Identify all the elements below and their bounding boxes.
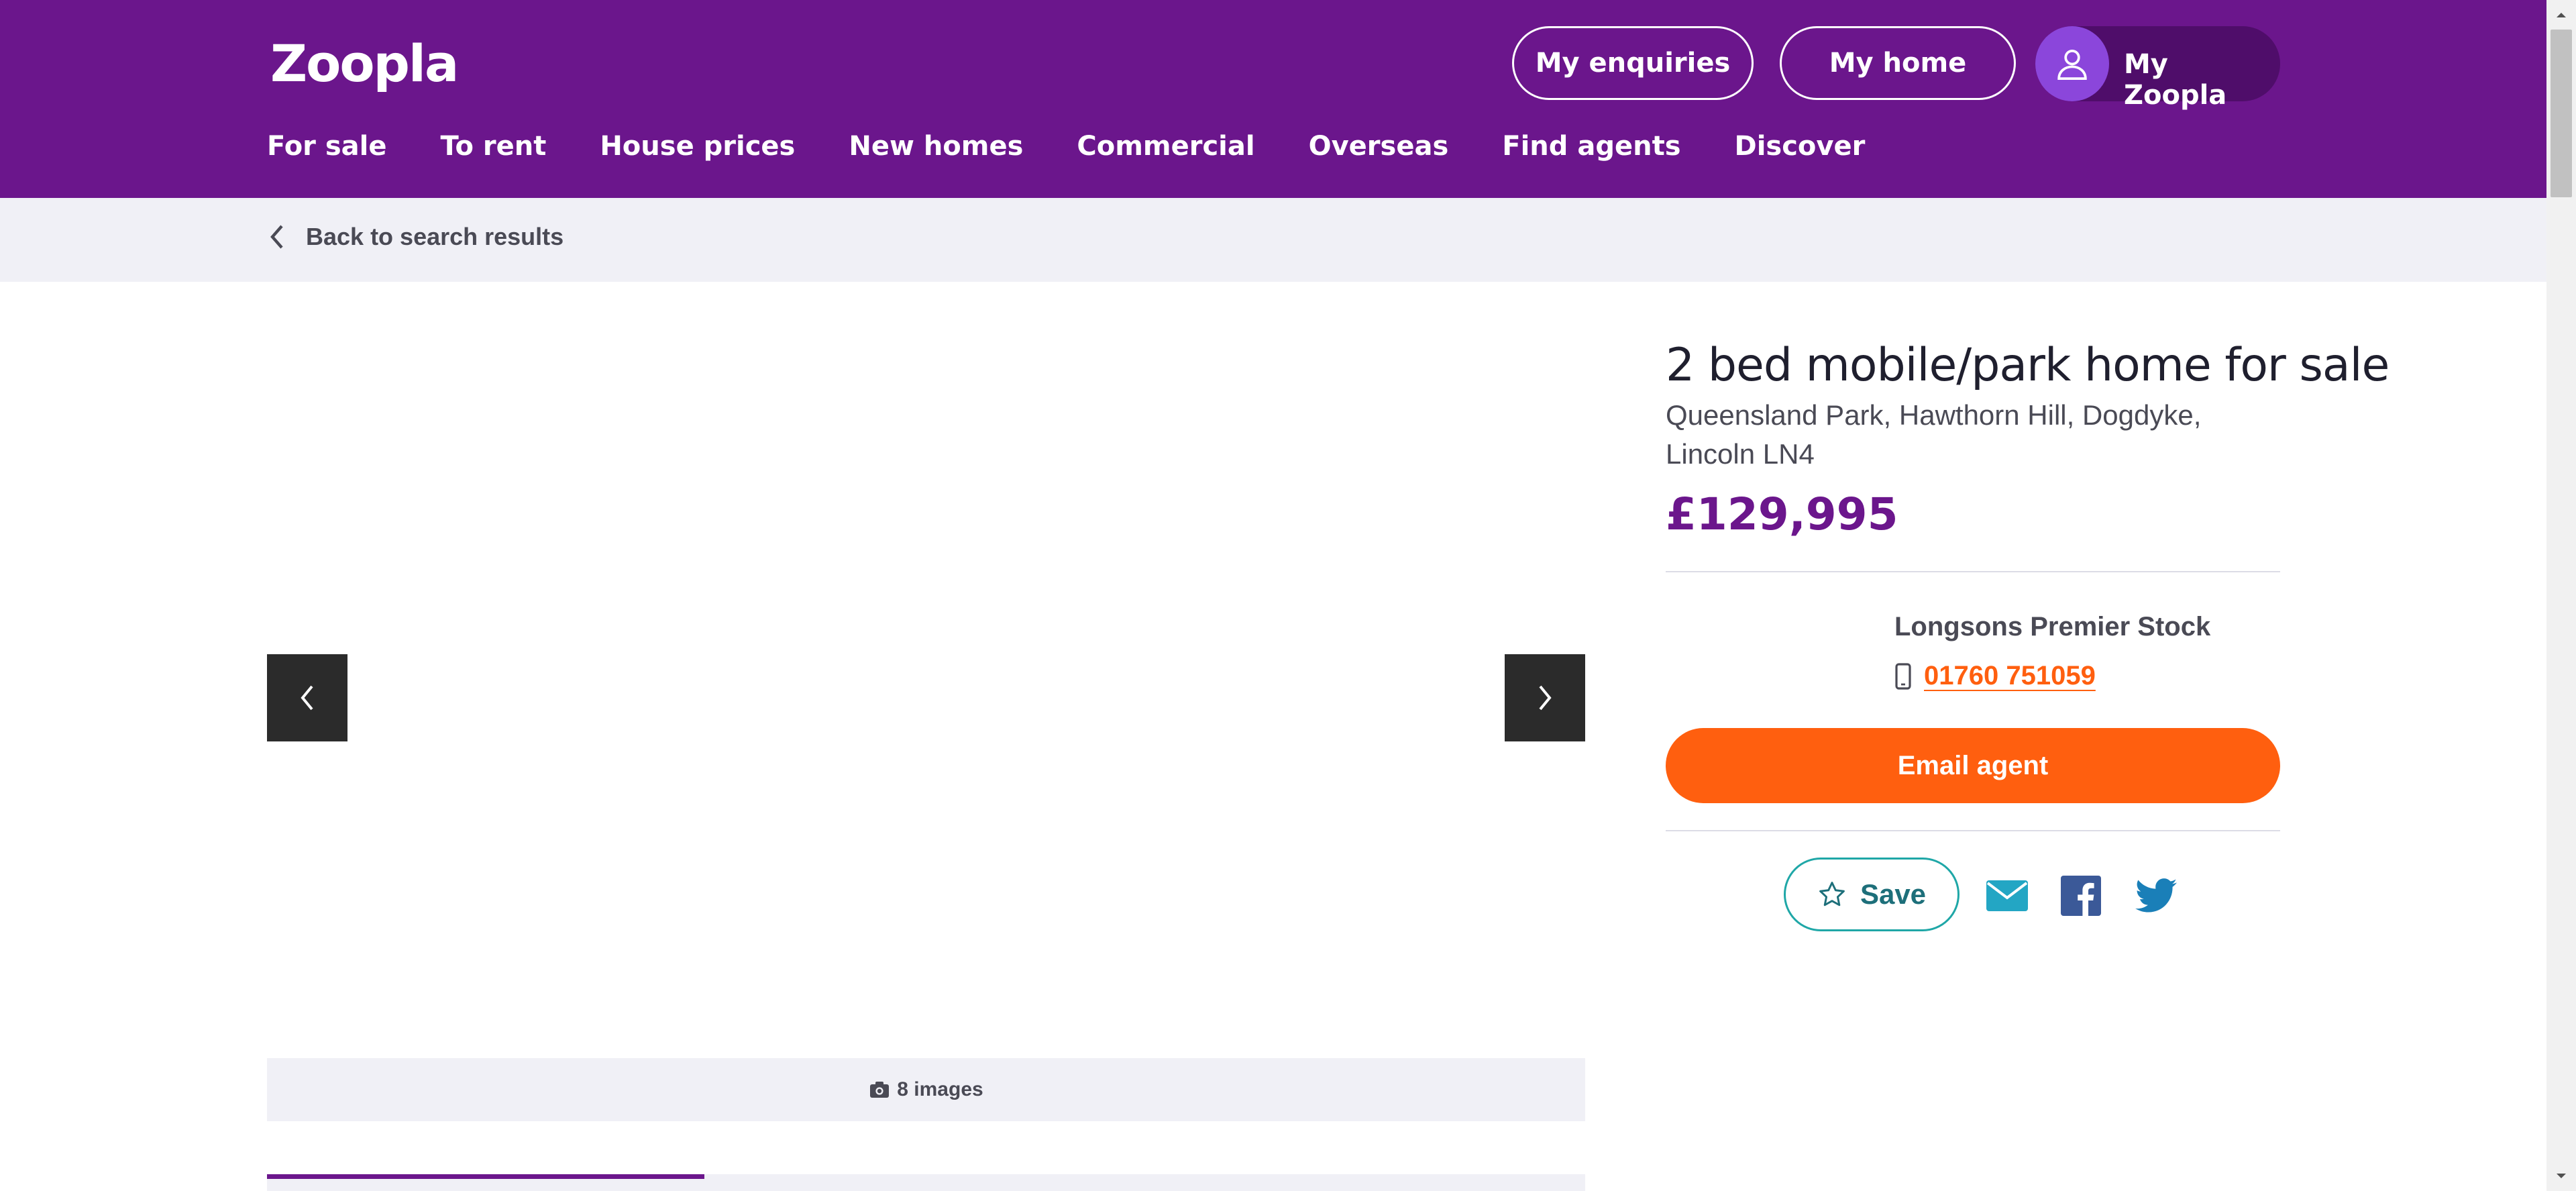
gallery-prev-button[interactable]	[267, 654, 347, 741]
my-home-button[interactable]: My home	[1780, 26, 2016, 100]
address-line-1: Queensland Park, Hawthorn Hill, Dogdyke,	[1666, 399, 2202, 431]
user-avatar-icon	[2035, 26, 2109, 101]
back-label: Back to search results	[306, 223, 564, 250]
my-zoopla-label: My Zoopla	[2124, 49, 2227, 111]
twitter-icon	[2135, 878, 2177, 913]
nav-to-rent[interactable]: To rent	[440, 131, 546, 162]
email-agent-button[interactable]: Email agent	[1666, 728, 2280, 803]
section-tabs	[267, 1174, 1585, 1191]
star-outline-icon	[1819, 882, 1845, 907]
chevron-left-icon	[301, 685, 313, 711]
address-line-2: Lincoln LN4	[1666, 438, 1815, 470]
agent-phone-row: 01760 751059	[1894, 661, 2096, 691]
save-button[interactable]: Save	[1784, 858, 1960, 931]
site-header: Zoopla My enquiries My home My Zoopla Fo…	[0, 0, 2546, 198]
listing-address: Queensland Park, Hawthorn Hill, Dogdyke,…	[1666, 396, 2269, 474]
main-nav: For sale To rent House prices New homes …	[267, 131, 1865, 162]
zoopla-logo[interactable]: Zoopla	[270, 34, 459, 93]
nav-for-sale[interactable]: For sale	[267, 131, 386, 162]
chevron-left-icon	[270, 225, 283, 249]
share-facebook-button[interactable]	[2059, 874, 2102, 917]
nav-new-homes[interactable]: New homes	[849, 131, 1023, 162]
divider	[1666, 830, 2280, 831]
share-twitter-button[interactable]	[2135, 874, 2178, 917]
facebook-icon	[2061, 876, 2101, 916]
envelope-icon	[1986, 880, 2028, 911]
nav-commercial[interactable]: Commercial	[1077, 131, 1254, 162]
scroll-up-arrow-icon[interactable]	[2546, 0, 2576, 30]
page: Zoopla My enquiries My home My Zoopla Fo…	[0, 0, 2546, 1191]
image-count-label: 8 images	[897, 1078, 983, 1100]
active-tab-indicator[interactable]	[267, 1174, 704, 1191]
back-bar: Back to search results	[0, 198, 2546, 282]
my-zoopla-button[interactable]: My Zoopla	[2035, 26, 2280, 111]
listing-price: £129,995	[1666, 488, 1898, 540]
my-enquiries-button[interactable]: My enquiries	[1512, 26, 1754, 100]
image-count-bar[interactable]: 8 images	[267, 1058, 1585, 1121]
scrollbar-thumb[interactable]	[2551, 30, 2572, 197]
image-gallery[interactable]	[267, 282, 1585, 1057]
nav-overseas[interactable]: Overseas	[1309, 131, 1449, 162]
mobile-phone-icon	[1895, 662, 1911, 690]
agent-phone-link[interactable]: 01760 751059	[1924, 661, 2096, 691]
share-email-button[interactable]	[1986, 874, 2029, 917]
chevron-right-icon	[1539, 685, 1552, 711]
listing-title: 2 bed mobile/park home for sale	[1666, 339, 2390, 392]
gallery-next-button[interactable]	[1505, 654, 1585, 741]
agent-name[interactable]: Longsons Premier Stock	[1894, 612, 2210, 642]
scroll-down-arrow-icon[interactable]	[2546, 1161, 2576, 1191]
nav-find-agents[interactable]: Find agents	[1502, 131, 1680, 162]
divider	[1666, 571, 2280, 572]
camera-icon	[870, 1082, 890, 1098]
save-label: Save	[1860, 878, 1927, 910]
vertical-scrollbar[interactable]	[2546, 0, 2576, 1191]
back-to-results-link[interactable]: Back to search results	[268, 223, 564, 251]
nav-house-prices[interactable]: House prices	[600, 131, 795, 162]
nav-discover[interactable]: Discover	[1735, 131, 1866, 162]
